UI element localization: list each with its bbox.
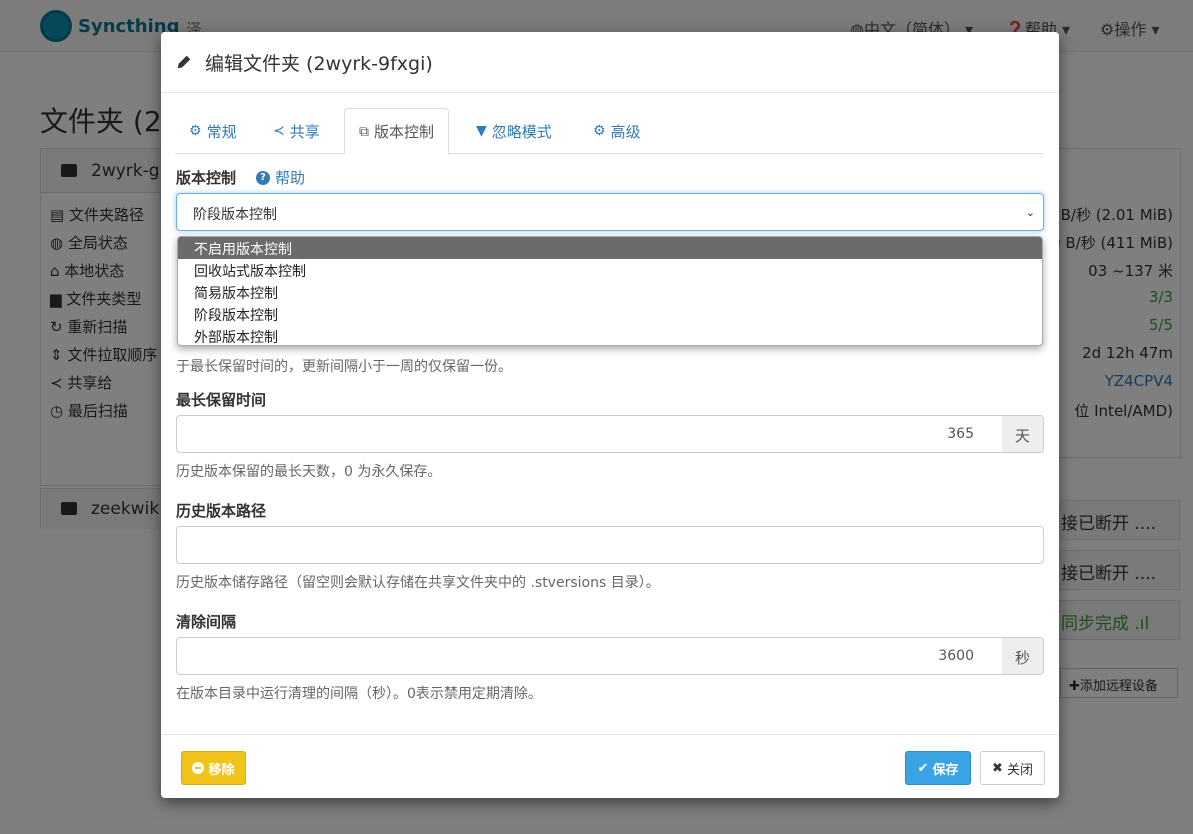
save-button[interactable]: ✔ 保存 (905, 751, 971, 785)
copy-icon: ⧉ (359, 123, 369, 140)
tab-versioning[interactable]: ⧉ 版本控制 (344, 108, 450, 155)
max-age-input[interactable]: 365 (176, 415, 1003, 453)
cleanup-interval-help: 在版本目录中运行清理的间隔（秒）。0表示禁用定期清除。 (176, 686, 542, 702)
check-icon: ✔ (917, 760, 929, 776)
edit-folder-modal: 编辑文件夹 (2wyrk-9fxgi) ⚙ 常规 ≺ 共享 ⧉ 版本控制 ▼ 忽略模式 … (161, 32, 1059, 798)
versioning-label: 版本控制 (176, 169, 237, 187)
cleanup-interval-unit: 秒 (1002, 637, 1044, 675)
close-button[interactable]: ✖ 关闭 (980, 751, 1045, 785)
tab-advanced[interactable]: ⚙ 高级 (579, 108, 655, 154)
versions-path-help: 历史版本储存路径（留空则会默认存储在共享文件夹中的 .stversions 目录… (176, 575, 660, 591)
share-icon: ≺ (273, 123, 285, 139)
remove-button[interactable]: 移除 (181, 751, 246, 785)
max-age-unit: 天 (1002, 415, 1044, 453)
save-button-label: 保存 (932, 762, 959, 778)
minus-circle-icon (192, 762, 205, 774)
gear-icon: ⚙ (189, 123, 202, 139)
modal-header: 编辑文件夹 (2wyrk-9fxgi) (161, 32, 1059, 93)
close-icon: ✖ (992, 760, 1003, 776)
modal-footer: 移除 ✔ 保存 ✖ 关闭 (161, 734, 1059, 798)
help-link-label: 帮助 (275, 169, 306, 187)
remove-button-label: 移除 (208, 762, 235, 778)
dropdown-option[interactable]: 不启用版本控制 (178, 237, 1042, 259)
tab-bar: ⚙ 常规 ≺ 共享 ⧉ 版本控制 ▼ 忽略模式 ⚙ 高级 (175, 108, 1044, 155)
pencil-icon (177, 55, 191, 69)
close-button-label: 关闭 (1006, 762, 1033, 778)
versioning-select[interactable]: 阶段版本控制 ⌄ (176, 193, 1044, 231)
dropdown-option[interactable]: 外部版本控制 (178, 325, 1042, 345)
filter-icon: ▼ (476, 123, 487, 139)
cleanup-interval-label: 清除间隔 (176, 613, 237, 631)
tab-ignore-patterns[interactable]: ▼ 忽略模式 (462, 108, 566, 154)
versions-path-label: 历史版本路径 (176, 502, 267, 520)
help-link[interactable]: ? 帮助 (256, 167, 305, 188)
tab-general[interactable]: ⚙ 常规 (175, 108, 251, 154)
max-age-label: 最长保留时间 (176, 391, 267, 409)
versioning-dropdown: 不启用版本控制 回收站式版本控制 简易版本控制 阶段版本控制 外部版本控制 (177, 236, 1043, 346)
versioning-select-value: 阶段版本控制 (193, 207, 277, 223)
versions-path-input[interactable] (176, 526, 1044, 564)
modal-title: 编辑文件夹 (2wyrk-9fxgi) (205, 52, 433, 75)
chevron-down-icon: ⌄ (1025, 206, 1035, 219)
versioning-description: 于最长保留时间的，更新间隔小于一周的仅保留一份。 (176, 359, 512, 375)
dropdown-option[interactable]: 阶段版本控制 (178, 303, 1042, 325)
cleanup-interval-input[interactable]: 3600 (176, 637, 1003, 675)
max-age-help: 历史版本保留的最长天数，0 为永久保存。 (176, 464, 442, 480)
tab-sharing[interactable]: ≺ 共享 (259, 108, 334, 154)
question-circle-icon: ? (256, 170, 270, 185)
dropdown-option[interactable]: 简易版本控制 (178, 281, 1042, 303)
cogs-icon: ⚙ (593, 123, 606, 139)
dropdown-option[interactable]: 回收站式版本控制 (178, 259, 1042, 281)
